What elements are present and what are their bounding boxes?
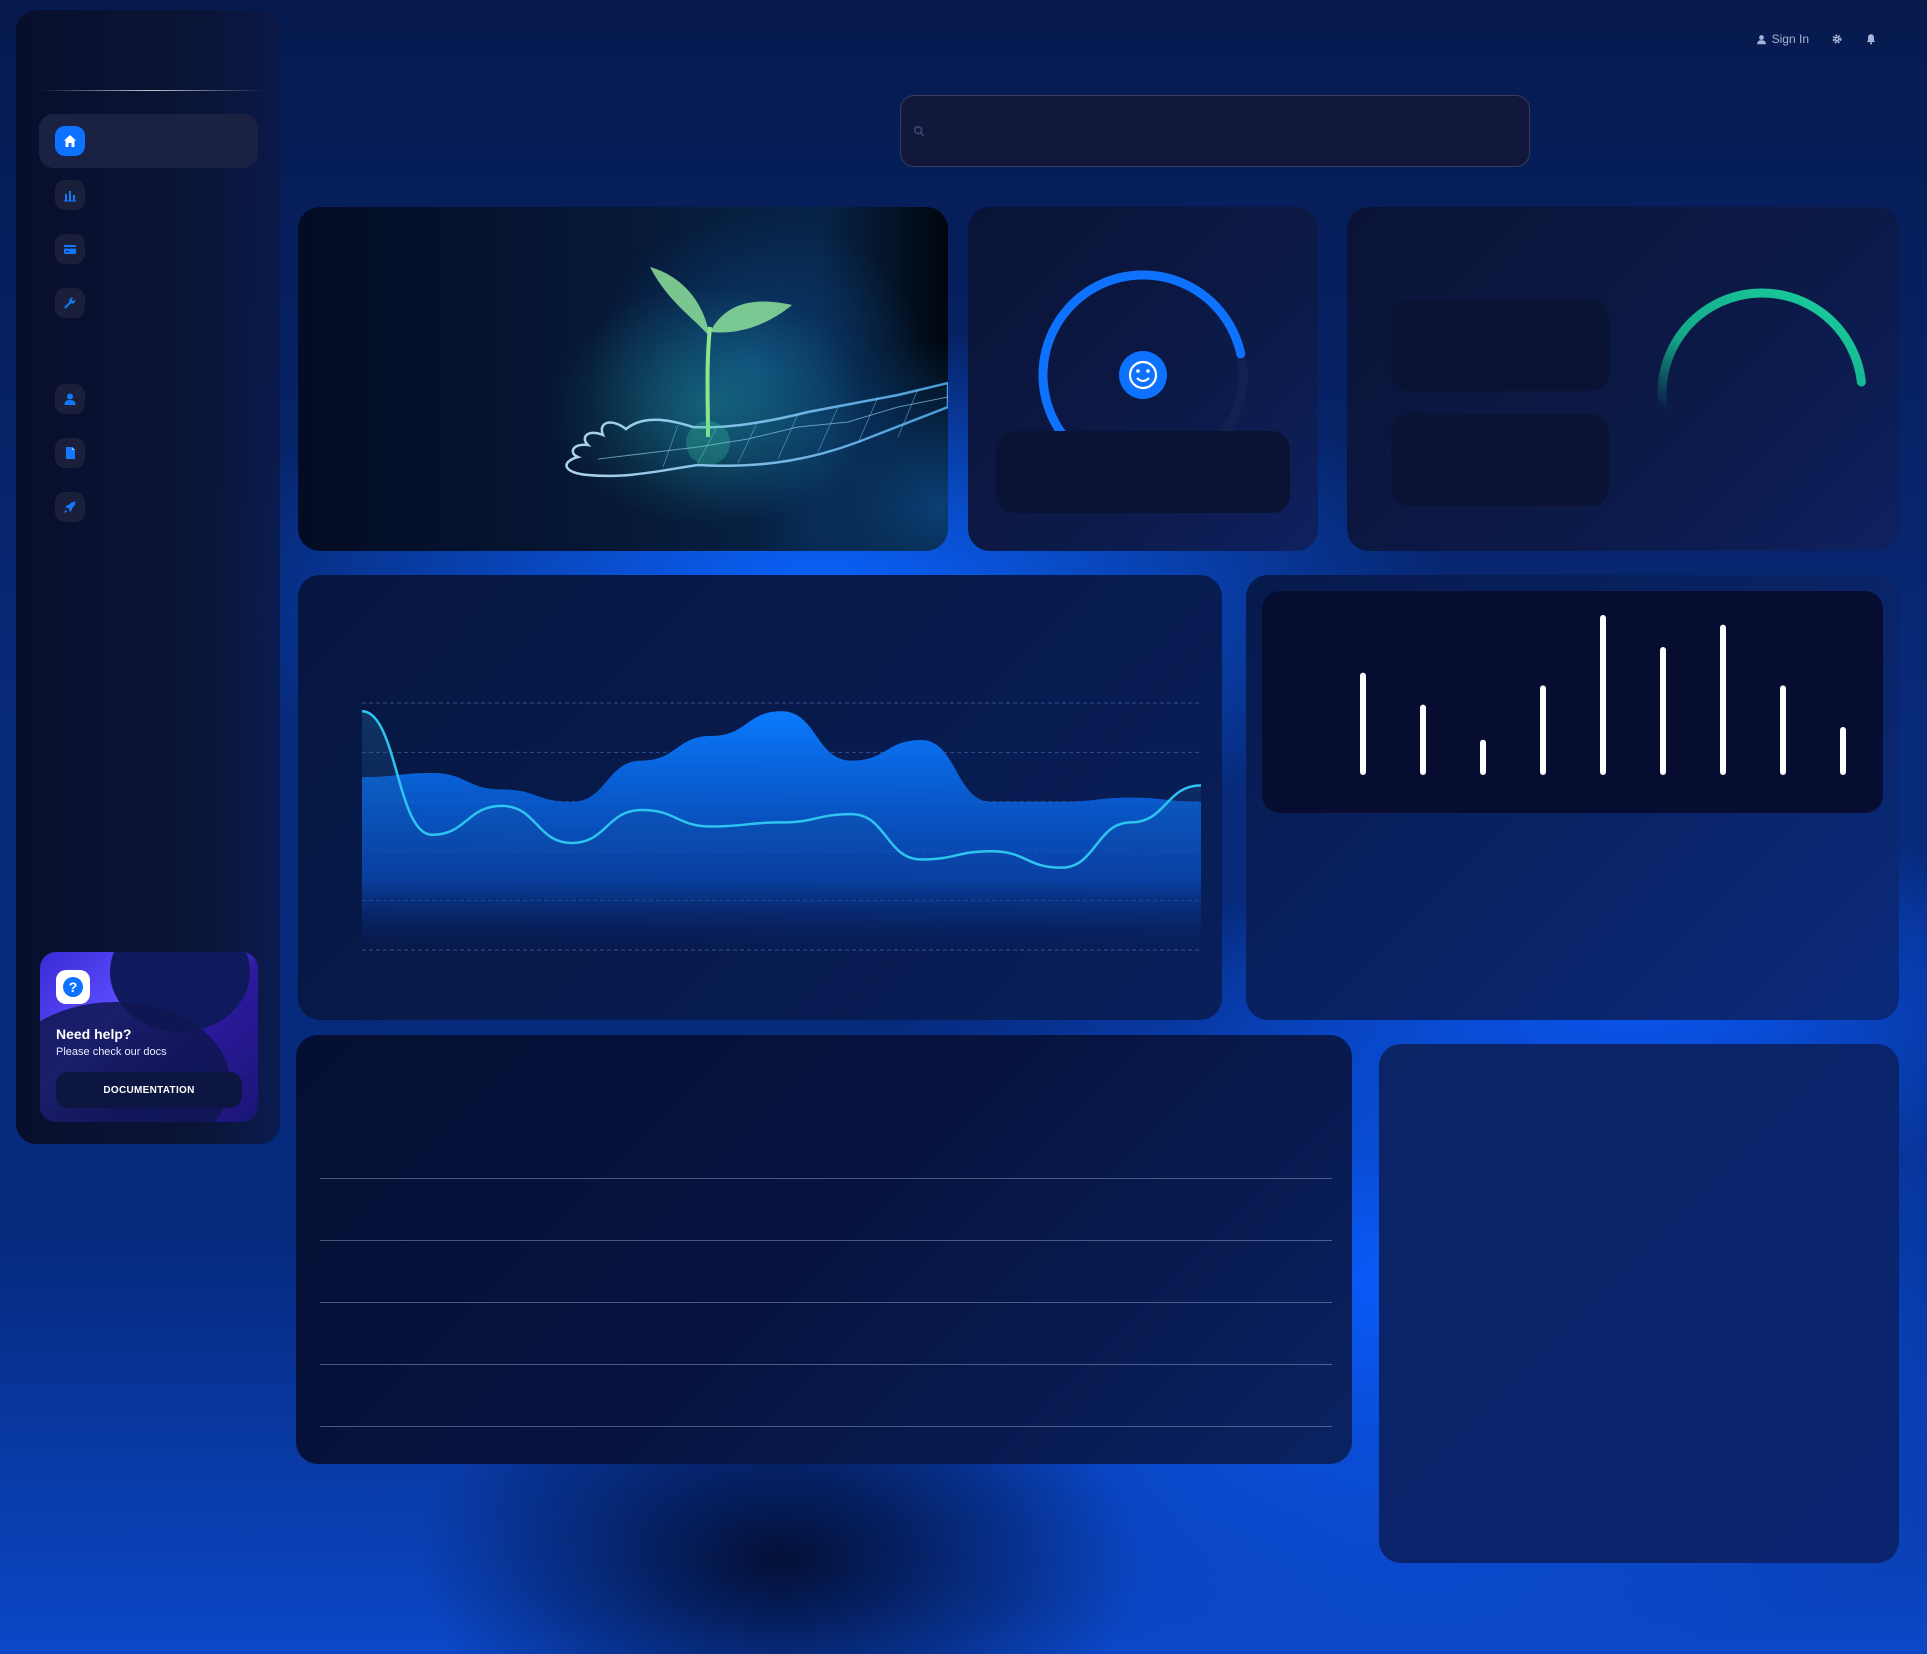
sidebar-item-sign-up[interactable] <box>39 480 258 534</box>
home-icon <box>55 126 85 156</box>
bar <box>1840 727 1846 775</box>
table-row-divider <box>320 1302 1332 1303</box>
person-icon <box>55 384 85 414</box>
need-help-card: ? Need help? Please check our docs DOCUM… <box>40 952 258 1122</box>
bar-chart-icon <box>55 180 85 210</box>
referral-tracking-card <box>1347 207 1899 551</box>
table-row-divider <box>320 1178 1332 1179</box>
orders-overview-card <box>1379 1044 1899 1563</box>
projects-table-card <box>296 1035 1352 1464</box>
bar <box>1600 615 1606 775</box>
sign-in-link[interactable]: Sign In <box>1756 32 1809 46</box>
user-icon <box>1756 34 1766 44</box>
plant-in-hand-illustration <box>548 267 948 527</box>
help-title: Need help? <box>56 1026 132 1042</box>
document-icon <box>55 438 85 468</box>
welcome-card <box>298 207 948 551</box>
help-subtitle: Please check our docs <box>56 1046 167 1058</box>
referral-gauge-arc <box>1657 288 1866 414</box>
sidebar-item-tables[interactable] <box>39 168 258 222</box>
sidebar-item-sign-in[interactable] <box>39 426 258 480</box>
table-row-divider <box>320 1364 1332 1365</box>
documentation-button[interactable]: DOCUMENTATION <box>56 1072 242 1108</box>
bar <box>1480 739 1486 775</box>
sidebar-divider <box>38 90 264 91</box>
question-icon: ? <box>56 970 90 1004</box>
sidebar-item-rtl[interactable] <box>39 276 258 330</box>
bell-icon[interactable] <box>1865 33 1877 45</box>
sidebar-item-billing[interactable] <box>39 222 258 276</box>
active-users-card <box>1246 575 1899 1020</box>
sidebar: ? Need help? Please check our docs DOCUM… <box>16 10 280 1144</box>
sales-overview-card <box>298 575 1222 1020</box>
satisfaction-rate-card <box>968 207 1318 551</box>
bar <box>1420 704 1426 775</box>
wrench-icon <box>55 288 85 318</box>
gear-icon[interactable] <box>1831 33 1843 45</box>
bar <box>1780 685 1786 775</box>
bar <box>1360 672 1366 775</box>
bar <box>1540 685 1546 775</box>
active-users-bar-chart <box>1262 591 1883 813</box>
bar <box>1660 647 1666 775</box>
table-row-divider <box>320 1240 1332 1241</box>
top-navbar: Sign In <box>1756 32 1877 46</box>
search-icon <box>913 125 925 137</box>
rocket-icon <box>55 492 85 522</box>
smiley-icon <box>1119 351 1167 399</box>
sidebar-item-profile[interactable] <box>39 372 258 426</box>
referral-gauge <box>1657 288 1866 414</box>
bar <box>1720 624 1726 775</box>
sign-in-label: Sign In <box>1771 32 1809 46</box>
credit-card-icon <box>55 234 85 264</box>
satisfaction-value-box <box>996 431 1290 513</box>
search-input[interactable] <box>900 95 1530 167</box>
brand-area <box>16 10 280 90</box>
table-row-divider <box>320 1426 1332 1427</box>
sidebar-item-dashboard[interactable] <box>39 114 258 168</box>
sales-area-chart <box>361 702 1202 951</box>
